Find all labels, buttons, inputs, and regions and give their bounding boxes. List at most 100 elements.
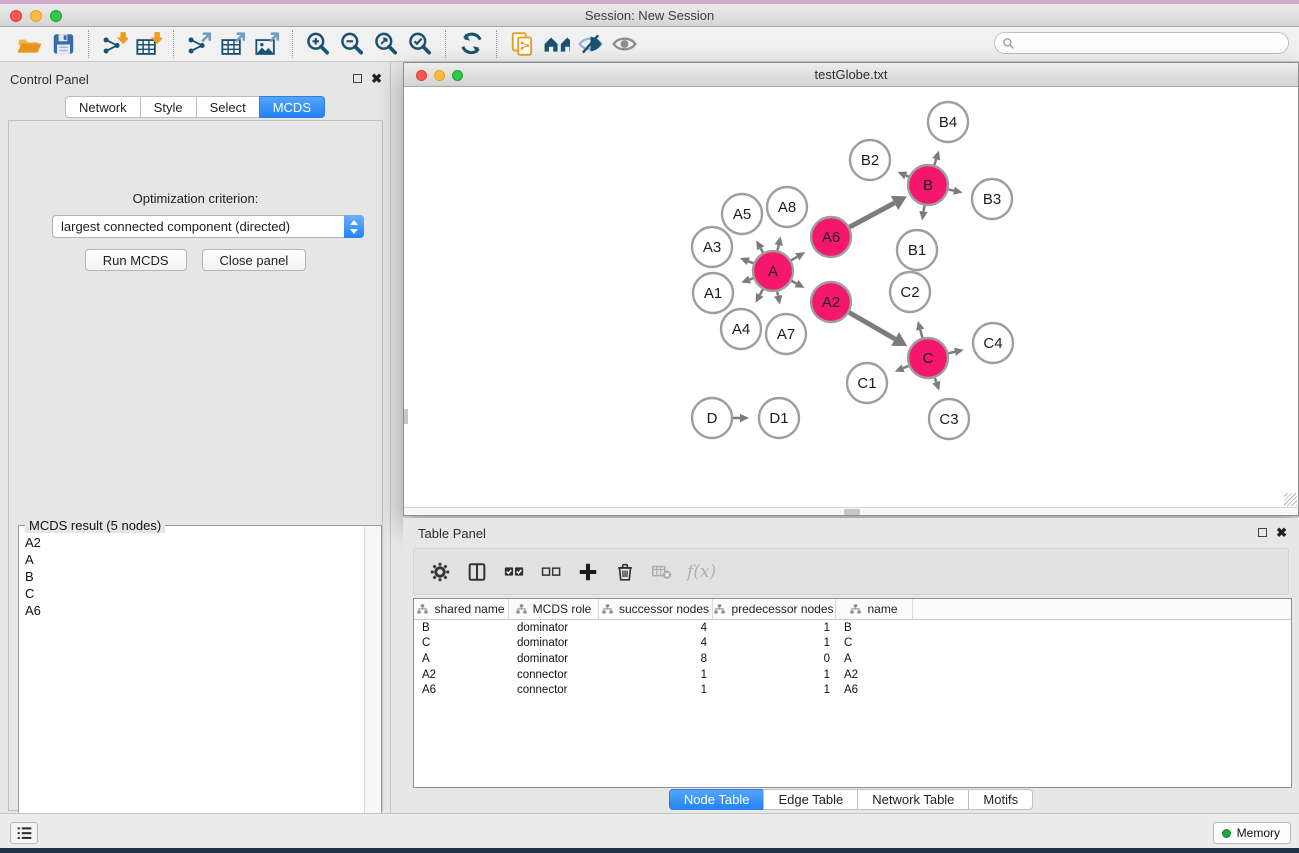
network-window-titlebar[interactable]: testGlobe.txt	[404, 63, 1298, 87]
edge-B-B1[interactable]	[924, 206, 925, 212]
edge-A-A8[interactable]	[777, 245, 778, 250]
cell-name: A	[836, 653, 913, 665]
run-mcds-button[interactable]: Run MCDS	[85, 249, 187, 271]
table-header-row: shared nameMCDS role successor nodes prede…	[414, 599, 1291, 620]
zoom-in-button[interactable]	[301, 29, 335, 59]
search-input[interactable]	[1019, 36, 1288, 50]
edge-A-A7[interactable]	[777, 292, 778, 296]
column-header-name[interactable]: name	[836, 599, 913, 619]
home-button[interactable]	[539, 29, 573, 59]
delete-button[interactable]	[613, 560, 637, 584]
optimization-criterion-select[interactable]: largest connected component (directed)	[52, 215, 364, 238]
node-label-B2: B2	[861, 152, 879, 169]
export-network-button[interactable]	[182, 29, 216, 59]
search-field[interactable]	[994, 32, 1289, 54]
close-table-panel-icon[interactable]: ✖	[1276, 527, 1287, 538]
zoom-selected-button[interactable]	[403, 29, 437, 59]
column-header-shared-name[interactable]: shared name	[414, 599, 509, 619]
zoom-out-button[interactable]	[335, 29, 369, 59]
memory-button[interactable]: Memory	[1213, 822, 1291, 844]
open-folder-button[interactable]	[12, 29, 46, 59]
table-row-B[interactable]: Bdominator41B	[414, 620, 1291, 636]
tab-node-table[interactable]: Node Table	[669, 789, 764, 810]
column-type-icon	[516, 604, 527, 614]
cell-successor-nodes: 8	[599, 653, 713, 665]
result-item-B[interactable]: B	[20, 568, 363, 585]
edge-A-A2[interactable]	[792, 281, 797, 284]
cell-shared-name: A6	[414, 684, 509, 696]
float-panel-icon[interactable]	[353, 74, 362, 83]
tab-network[interactable]: Network	[65, 96, 140, 118]
table-row-A6[interactable]: A6connector11A6	[414, 682, 1291, 698]
tab-style[interactable]: Style	[140, 96, 196, 118]
column-header-MCDS-role[interactable]: MCDS role	[509, 599, 599, 619]
select-all-button[interactable]	[502, 560, 526, 584]
zoom-fit-button[interactable]	[369, 29, 403, 59]
import-network-button[interactable]	[97, 29, 131, 59]
table-row-C[interactable]: Cdominator41C	[414, 636, 1291, 652]
network-hscroll[interactable]	[404, 507, 1298, 515]
export-table-button[interactable]	[216, 29, 250, 59]
network-window-title: testGlobe.txt	[404, 67, 1298, 82]
gear-button[interactable]	[428, 560, 452, 584]
column-label: successor nodes	[619, 602, 709, 616]
edge-C-C4[interactable]	[948, 352, 955, 354]
edge-A2-C[interactable]	[849, 312, 895, 339]
delete-table-button[interactable]	[650, 560, 674, 584]
column-header-successor-nodes[interactable]: successor nodes	[599, 599, 713, 619]
tab-mcds[interactable]: MCDS	[259, 96, 325, 118]
column-button[interactable]	[465, 560, 489, 584]
zoom-in-icon	[305, 31, 332, 57]
mcds-result-box: MCDS result (5 nodes) A2ABCA6	[18, 525, 382, 853]
edge-C-C1[interactable]	[903, 366, 908, 368]
edge-C-C3[interactable]	[935, 378, 936, 382]
cell-shared-name: A	[414, 653, 509, 665]
column-header-predecessor-nodes[interactable]: predecessor nodes	[713, 599, 836, 619]
tab-motifs[interactable]: Motifs	[968, 789, 1033, 810]
edge-A-A4[interactable]	[760, 289, 763, 294]
clone-network-button[interactable]	[505, 29, 539, 59]
edge-A-A6[interactable]	[791, 257, 797, 261]
close-panel-icon[interactable]: ✖	[371, 73, 382, 84]
result-scrollbar[interactable]	[364, 527, 380, 853]
toolbar-separator	[173, 30, 174, 58]
add-button[interactable]	[576, 560, 600, 584]
edge-A-A1[interactable]	[750, 278, 754, 279]
edge-A6-B[interactable]	[850, 203, 895, 227]
edge-arrow-A-A1	[741, 276, 751, 284]
tab-edge-table[interactable]: Edge Table	[763, 789, 857, 810]
save-button[interactable]	[46, 29, 80, 59]
network-canvas[interactable]: AA1A2A3A4A5A6A7A8BB1B2B3B4CC1C2C3C4DD1	[404, 87, 1298, 508]
result-item-C[interactable]: C	[20, 585, 363, 602]
table-row-A2[interactable]: A2connector11A2	[414, 667, 1291, 683]
float-table-panel-icon[interactable]	[1258, 528, 1267, 537]
show-button[interactable]	[607, 29, 641, 59]
export-image-button[interactable]	[250, 29, 284, 59]
tab-select[interactable]: Select	[196, 96, 259, 118]
table-row-A[interactable]: Adominator80A	[414, 651, 1291, 667]
edge-B-B4[interactable]	[934, 159, 936, 165]
edge-B-B3[interactable]	[949, 189, 954, 190]
hide-button[interactable]	[573, 29, 607, 59]
deselect-all-button[interactable]	[539, 560, 563, 584]
result-item-A2[interactable]: A2	[20, 534, 363, 551]
edge-C-C2[interactable]	[920, 330, 922, 338]
function-builder-button[interactable]: f(x)	[687, 562, 716, 582]
task-history-button[interactable]	[10, 822, 38, 844]
import-table-button[interactable]	[131, 29, 165, 59]
tab-network-table[interactable]: Network Table	[857, 789, 968, 810]
edge-A-A3[interactable]	[748, 261, 753, 263]
network-hscroll-thumb[interactable]	[844, 509, 860, 515]
edge-B-B2[interactable]	[906, 175, 909, 176]
cell-successor-nodes: 4	[599, 637, 713, 649]
select-all-icon	[503, 561, 525, 583]
memory-label: Memory	[1237, 826, 1280, 840]
refresh-button[interactable]	[454, 29, 488, 59]
close-panel-button[interactable]: Close panel	[202, 249, 307, 271]
column-label: name	[867, 602, 897, 616]
edge-A-A5[interactable]	[761, 248, 763, 252]
result-item-A[interactable]: A	[20, 551, 363, 568]
network-vscroll-thumb[interactable]	[404, 409, 408, 424]
result-item-A6[interactable]: A6	[20, 602, 363, 619]
resize-grip[interactable]	[1284, 493, 1297, 506]
